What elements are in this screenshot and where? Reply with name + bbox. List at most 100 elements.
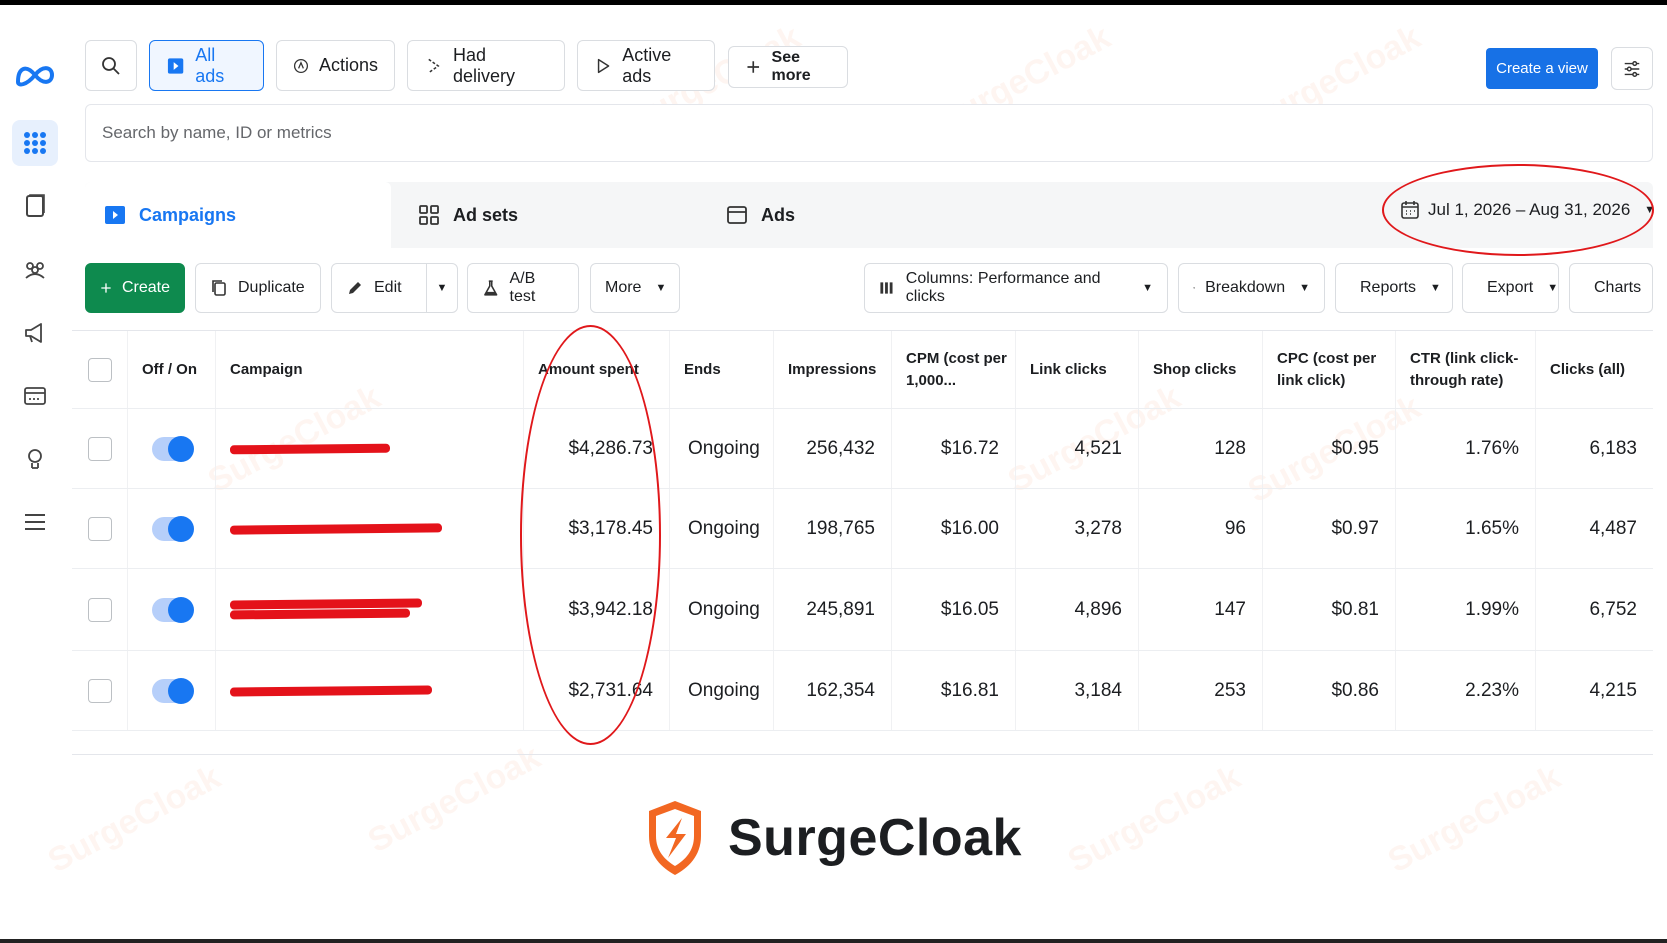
breakdown-button[interactable]: Breakdown ▼ xyxy=(1178,263,1325,313)
meta-logo-icon[interactable] xyxy=(14,60,56,90)
header-link-clicks[interactable]: Link clicks xyxy=(1016,331,1139,408)
filter-all-ads[interactable]: All ads xyxy=(149,40,264,91)
tab-ads[interactable]: Ads xyxy=(707,182,997,248)
header-cpm[interactable]: CPM (cost per 1,000... xyxy=(892,331,1016,408)
breakdown-label: Breakdown xyxy=(1205,279,1286,296)
campaign-toggle[interactable] xyxy=(151,515,194,542)
shop-clicks-cell: 147 xyxy=(1139,569,1263,650)
table-row[interactable]: $3,942.18 Ongoing 245,891 $16.05 4,896 1… xyxy=(72,569,1653,651)
rail-insights-icon[interactable] xyxy=(12,436,58,482)
row-checkbox[interactable] xyxy=(87,597,112,622)
search-bar xyxy=(85,104,1653,162)
cpc-cell: $0.97 xyxy=(1263,489,1396,568)
left-navigation-rail xyxy=(0,5,72,765)
campaign-name-link[interactable] xyxy=(229,681,433,701)
campaign-name-cell[interactable] xyxy=(216,651,524,730)
campaign-name-link[interactable] xyxy=(229,439,391,459)
campaigns-table: Off / On Campaign Amount spent Ends Impr… xyxy=(72,330,1653,755)
rail-all-tools-icon[interactable] xyxy=(12,120,58,166)
ctr-cell: 1.76% xyxy=(1396,409,1536,488)
clicks-all-cell: 4,215 xyxy=(1589,679,1637,701)
edit-dropdown-button[interactable]: ▼ xyxy=(426,263,458,313)
campaign-toggle[interactable] xyxy=(151,677,194,704)
top-border xyxy=(0,0,1667,5)
header-cpc[interactable]: CPC (cost per link click) xyxy=(1263,331,1396,408)
campaign-toggle[interactable] xyxy=(151,435,194,462)
filter-actions-label: Actions xyxy=(318,55,378,75)
rail-billing-icon[interactable] xyxy=(12,373,58,419)
chevron-down-icon: ▼ xyxy=(655,282,667,294)
header-shop-clicks[interactable]: Shop clicks xyxy=(1139,331,1263,408)
search-button[interactable] xyxy=(85,40,137,91)
annotation-circle-date xyxy=(1382,164,1654,256)
table-row[interactable]: $2,731.64 Ongoing 162,354 $16.81 3,184 2… xyxy=(72,651,1653,731)
export-label: Export xyxy=(1487,279,1534,296)
search-input[interactable] xyxy=(102,123,1652,143)
toggle-cell xyxy=(128,409,216,488)
row-checkbox[interactable] xyxy=(87,436,112,461)
campaign-name-cell[interactable] xyxy=(216,569,524,650)
create-view-button[interactable]: Create a view xyxy=(1486,48,1598,89)
create-button[interactable]: Create xyxy=(85,263,185,313)
header-ctr[interactable]: CTR (link click-through rate) xyxy=(1396,331,1536,408)
search-icon xyxy=(102,56,120,75)
campaign-name-cell[interactable] xyxy=(216,409,524,488)
tab-ad-sets-label: Ad sets xyxy=(453,204,519,225)
toggle-cell xyxy=(128,651,216,730)
cpc-cell: $0.95 xyxy=(1263,409,1396,488)
table-row[interactable]: $3,178.45 Ongoing 198,765 $16.00 3,278 9… xyxy=(72,489,1653,569)
header-impressions[interactable]: Impressions xyxy=(774,331,892,408)
table-row[interactable]: $4,286.73 Ongoing 256,432 $16.72 4,521 1… xyxy=(72,409,1653,489)
see-more-label: See more xyxy=(771,49,811,84)
export-button[interactable]: Export ▼ xyxy=(1462,263,1559,313)
tab-campaigns-label: Campaigns xyxy=(139,204,237,225)
campaign-name-cell[interactable] xyxy=(216,489,524,568)
edit-button[interactable]: Edit xyxy=(331,263,427,313)
duplicate-button[interactable]: Duplicate xyxy=(195,263,321,313)
plus-icon xyxy=(747,61,760,73)
clicks-all-cell: 4,487 xyxy=(1589,517,1637,539)
header-clicks-all[interactable]: Clicks (all) xyxy=(1536,331,1653,408)
breakdown-icon xyxy=(1193,287,1195,289)
ctr-cell: 2.23% xyxy=(1396,651,1536,730)
rail-campaigns-icon[interactable] xyxy=(12,310,58,356)
columns-button[interactable]: Columns: Performance and clicks ▼ xyxy=(864,263,1168,313)
pencil-icon xyxy=(349,282,361,294)
view-settings-button[interactable] xyxy=(1611,47,1653,90)
row-checkbox[interactable] xyxy=(87,678,112,703)
campaign-name-link[interactable] xyxy=(229,595,423,625)
sliders-icon xyxy=(1624,60,1640,77)
actions-icon xyxy=(293,58,309,73)
chevron-down-icon: ▼ xyxy=(1142,282,1153,294)
tab-ad-sets[interactable]: Ad sets xyxy=(399,182,699,248)
campaign-name-link[interactable] xyxy=(229,519,443,539)
cpm-cell: $16.05 xyxy=(892,569,1016,650)
select-all-checkbox[interactable] xyxy=(87,357,112,382)
filter-active-ads[interactable]: Active ads xyxy=(577,40,715,91)
header-campaign[interactable]: Campaign xyxy=(216,331,524,408)
edit-label: Edit xyxy=(374,279,402,296)
filter-actions[interactable]: Actions xyxy=(276,40,395,91)
rail-pages-icon[interactable] xyxy=(12,183,58,229)
header-ends[interactable]: Ends xyxy=(670,331,774,408)
filter-had-delivery[interactable]: Had delivery xyxy=(407,40,565,91)
ab-test-button[interactable]: A/B test xyxy=(467,263,579,313)
more-button[interactable]: More ▼ xyxy=(590,263,680,313)
campaign-toggle[interactable] xyxy=(151,596,194,623)
rail-audiences-icon[interactable] xyxy=(12,247,58,293)
cpm-cell: $16.00 xyxy=(892,489,1016,568)
see-more-button[interactable]: See more xyxy=(728,46,848,88)
reports-button[interactable]: Reports ▼ xyxy=(1335,263,1453,313)
tab-ads-label: Ads xyxy=(761,204,796,225)
impressions-cell: 245,891 xyxy=(774,569,892,650)
charts-button[interactable]: Charts xyxy=(1569,263,1653,313)
tab-campaigns[interactable]: Campaigns xyxy=(85,182,391,248)
ends-cell: Ongoing xyxy=(670,651,774,730)
row-checkbox[interactable] xyxy=(87,516,112,541)
more-label: More xyxy=(605,279,642,296)
rail-menu-icon[interactable] xyxy=(12,499,58,545)
ads-window-icon xyxy=(727,206,747,224)
columns-icon xyxy=(880,282,893,294)
create-label: Create xyxy=(121,279,170,296)
header-off-on[interactable]: Off / On xyxy=(128,331,216,408)
